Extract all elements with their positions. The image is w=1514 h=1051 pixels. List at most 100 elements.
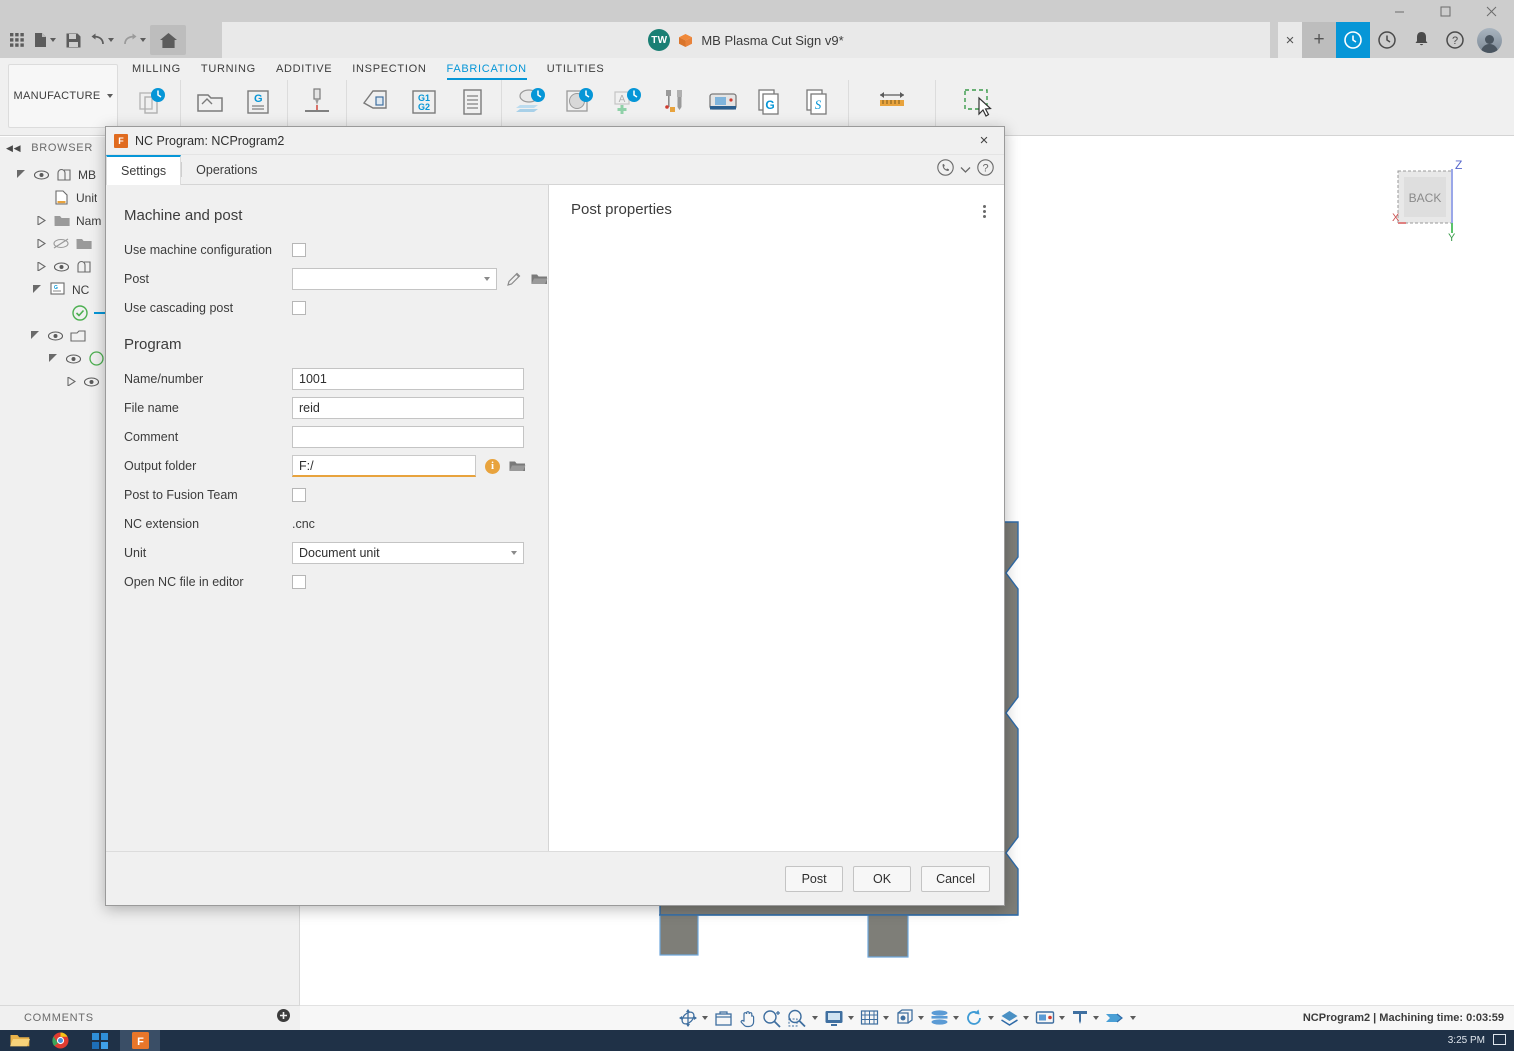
simulation-icon[interactable] xyxy=(1103,1006,1128,1030)
tab-turning[interactable]: TURNING xyxy=(191,58,266,80)
output-folder-input[interactable] xyxy=(292,455,476,477)
collapse-triangle-icon[interactable] xyxy=(34,237,48,251)
chevron-down-icon[interactable] xyxy=(1130,1016,1136,1020)
show-desktop-icon[interactable] xyxy=(1493,1034,1506,1048)
zoom-window-icon[interactable] xyxy=(785,1006,810,1030)
browser-collapse-icon[interactable]: ◀◀ xyxy=(6,143,21,154)
fusion360-icon[interactable]: F xyxy=(120,1030,160,1051)
visual-style-icon[interactable] xyxy=(928,1006,951,1030)
taskbar-clock[interactable]: 3:25 PM xyxy=(1448,1035,1485,1046)
tab-settings[interactable]: Settings xyxy=(106,155,181,185)
chrome-icon[interactable] xyxy=(40,1030,80,1051)
view-cube[interactable]: BACK Z Y X xyxy=(1384,155,1474,250)
ok-button[interactable]: OK xyxy=(853,866,911,892)
home-icon[interactable] xyxy=(150,25,186,55)
visibility-eye-icon[interactable] xyxy=(46,331,64,341)
expand-triangle-icon[interactable] xyxy=(28,329,42,343)
file-explorer-icon[interactable] xyxy=(0,1030,40,1051)
machine-sim-icon[interactable] xyxy=(556,80,602,124)
viewports-icon[interactable] xyxy=(893,1006,916,1030)
list-icon[interactable] xyxy=(449,80,495,124)
expand-triangle-icon[interactable] xyxy=(30,283,44,297)
chevron-down-icon[interactable] xyxy=(1059,1016,1065,1020)
comments-panel[interactable]: COMMENTS xyxy=(0,1005,300,1030)
comment-input[interactable] xyxy=(292,426,524,448)
help-icon[interactable]: ? xyxy=(1438,22,1472,58)
info-warning-icon[interactable]: i xyxy=(485,459,500,474)
tool-library-icon[interactable] xyxy=(652,80,698,124)
pencil-edit-icon[interactable] xyxy=(506,271,522,287)
tab-fabrication[interactable]: FABRICATION xyxy=(437,58,537,80)
screenshot-icon[interactable] xyxy=(1033,1006,1057,1030)
post-to-fusion-team-checkbox[interactable] xyxy=(292,488,306,502)
visibility-hidden-icon[interactable] xyxy=(52,238,70,249)
dialog-close-icon[interactable]: × xyxy=(972,130,996,152)
refresh-icon[interactable] xyxy=(963,1006,986,1030)
collapse-triangle-icon[interactable] xyxy=(34,214,48,228)
use-machine-configuration-checkbox[interactable] xyxy=(292,243,306,257)
maximize-icon[interactable] xyxy=(1422,0,1468,22)
chevron-down-icon[interactable] xyxy=(1093,1016,1099,1020)
selection-filter-icon[interactable] xyxy=(956,80,1002,124)
chevron-down-icon[interactable] xyxy=(988,1016,994,1020)
job-status-icon[interactable] xyxy=(1336,22,1370,58)
pan-icon[interactable] xyxy=(736,1006,759,1030)
grid-snap-icon[interactable] xyxy=(858,1006,881,1030)
zoom-icon[interactable] xyxy=(760,1006,784,1030)
simulate-icon[interactable] xyxy=(508,80,554,124)
chevron-down-icon[interactable] xyxy=(848,1016,854,1020)
layers-icon[interactable] xyxy=(998,1006,1021,1030)
measure-icon[interactable] xyxy=(869,80,915,124)
machine-library-icon[interactable] xyxy=(700,80,746,124)
collapse-triangle-icon[interactable] xyxy=(34,260,48,274)
home-view-icon[interactable] xyxy=(712,1006,735,1030)
toolpath-display-icon[interactable] xyxy=(1069,1006,1091,1030)
use-cascading-post-checkbox[interactable] xyxy=(292,301,306,315)
collapse-triangle-icon[interactable] xyxy=(64,375,78,389)
visibility-eye-icon[interactable] xyxy=(64,354,82,364)
tab-close-icon[interactable]: × xyxy=(1278,22,1302,58)
visibility-eye-icon[interactable] xyxy=(32,170,50,180)
tab-utilities[interactable]: UTILITIES xyxy=(537,58,615,80)
new-tab-button[interactable]: + xyxy=(1302,22,1336,58)
undo-icon[interactable] xyxy=(86,25,118,55)
setup-sheet-icon[interactable]: S xyxy=(796,80,842,124)
tab-operations[interactable]: Operations xyxy=(182,155,271,184)
chevron-down-icon[interactable] xyxy=(1023,1016,1029,1020)
setup-folder-icon[interactable] xyxy=(187,80,233,124)
chevron-down-icon[interactable] xyxy=(883,1016,889,1020)
unit-select[interactable]: Document unit xyxy=(292,542,524,564)
file-name-input[interactable] xyxy=(292,397,524,419)
add-comment-icon[interactable] xyxy=(277,1009,290,1027)
account-avatar[interactable] xyxy=(1472,22,1506,58)
tab-milling[interactable]: MILLING xyxy=(122,58,191,80)
phone-support-icon[interactable] xyxy=(937,159,954,181)
new-nest-icon[interactable] xyxy=(128,80,174,124)
post-button[interactable]: Post xyxy=(785,866,843,892)
chevron-down-icon[interactable] xyxy=(918,1016,924,1020)
tab-additive[interactable]: ADDITIVE xyxy=(266,58,342,80)
save-icon[interactable] xyxy=(60,25,86,55)
chevron-down-icon[interactable] xyxy=(953,1016,959,1020)
app-grid-icon[interactable] xyxy=(4,25,30,55)
cutting-2d-profile-icon[interactable] xyxy=(294,80,340,124)
name-number-input[interactable] xyxy=(292,368,524,390)
redo-icon[interactable] xyxy=(118,25,150,55)
chevron-down-icon[interactable] xyxy=(702,1016,708,1020)
workspace-switcher[interactable]: MANUFACTURE xyxy=(8,64,118,128)
visibility-eye-icon[interactable] xyxy=(82,377,100,387)
close-icon[interactable] xyxy=(1468,0,1514,22)
chevron-down-icon[interactable] xyxy=(812,1016,818,1020)
probe-icon[interactable] xyxy=(353,80,399,124)
expand-triangle-icon[interactable] xyxy=(46,352,60,366)
g1-g2-icon[interactable]: G1 G2 xyxy=(401,80,447,124)
display-settings-icon[interactable] xyxy=(822,1006,846,1030)
microsoft-store-icon[interactable] xyxy=(80,1030,120,1051)
open-nc-file-in-editor-checkbox[interactable] xyxy=(292,575,306,589)
dialog-help-icon[interactable]: ? xyxy=(977,159,994,181)
expand-triangle-icon[interactable] xyxy=(14,168,28,182)
g-code-setup-icon[interactable]: G xyxy=(235,80,281,124)
text-add-icon[interactable]: A xyxy=(604,80,650,124)
post-select[interactable] xyxy=(292,268,497,290)
tab-inspection[interactable]: INSPECTION xyxy=(342,58,436,80)
